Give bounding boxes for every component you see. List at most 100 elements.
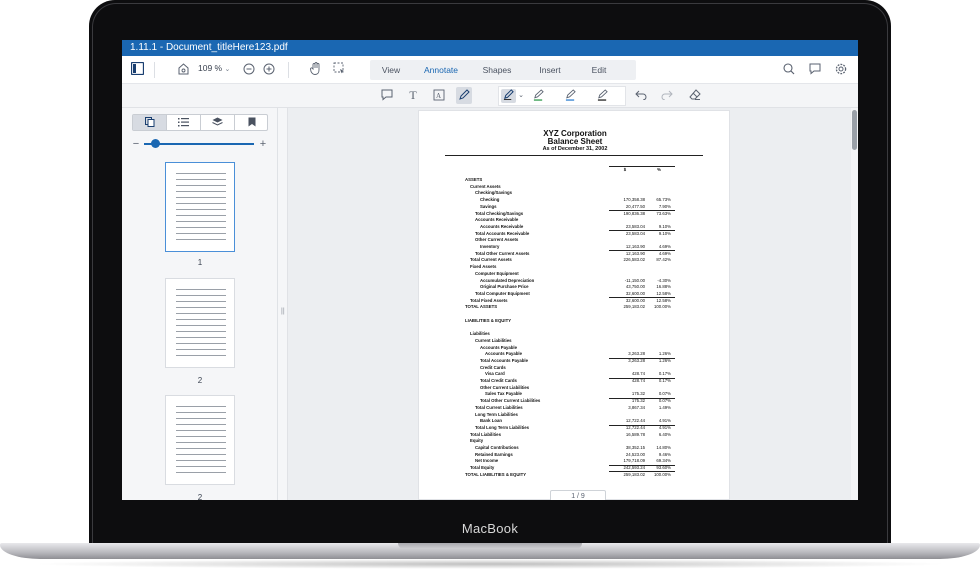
chevron-down-icon[interactable]: ⌄: [517, 89, 525, 103]
row-label: Total Checking/Savings: [475, 210, 524, 216]
row-label: Bank Loan: [480, 418, 502, 424]
bookmark-icon[interactable]: [235, 115, 269, 130]
row-percent: 9.10%: [658, 230, 671, 236]
column-header-percent: %: [657, 167, 661, 172]
row-label: Accumulated Depreciation: [480, 277, 535, 283]
text-tool-icon[interactable]: T: [406, 88, 420, 102]
document-canvas[interactable]: XYZ Corporation Balance Sheet As of Dece…: [288, 108, 858, 500]
table-row: Total Credit Cards 428.74 0.17%: [419, 378, 731, 385]
row-amount: 259,183.02: [623, 471, 645, 477]
row-label: Total Current Assets: [470, 257, 512, 263]
tab-annotate[interactable]: Annotate: [412, 60, 470, 80]
thumbnail-text-line: [176, 233, 226, 234]
page-thumbnail-2[interactable]: [165, 278, 235, 368]
pen-tool-icon[interactable]: [501, 89, 516, 103]
row-percent: 0.17%: [658, 378, 671, 383]
table-row: Credit Cards: [419, 365, 731, 372]
document-date: As of December 31, 2002: [542, 146, 608, 152]
row-percent: 1.26%: [658, 357, 671, 363]
tab-shapes[interactable]: Shapes: [470, 60, 524, 80]
thumbnail-size-slider[interactable]: [144, 143, 254, 145]
vertical-scrollbar[interactable]: [851, 108, 858, 500]
row-label: Retained Earnings: [475, 451, 513, 457]
zoom-in-icon[interactable]: [262, 63, 276, 79]
row-label: Fixed Assets: [470, 264, 497, 270]
row-label: Other Current Assets: [475, 237, 519, 243]
scrollbar-thumb[interactable]: [852, 110, 857, 150]
pen-blue-icon[interactable]: [563, 89, 577, 105]
thumbnail-text-line: [176, 337, 226, 338]
redo-icon[interactable]: [660, 89, 674, 104]
tab-insert[interactable]: Insert: [524, 60, 576, 80]
table-row: Total Current Liabilities 3,867.34 1.49%: [419, 405, 731, 412]
comment-note-icon[interactable]: [380, 89, 394, 105]
table-row: Sales Tax Payable 175.32 0.07%: [419, 391, 731, 398]
thumbnail-text-line: [176, 301, 226, 302]
laptop-notch: [398, 543, 582, 549]
row-percent: 100.00%: [654, 471, 671, 477]
row-amount: 170,358.38: [623, 197, 645, 203]
screen: 1.11.1 - Document_titleHere123.pdf 109 %…: [122, 40, 858, 500]
table-row: Visa Card 428.74 0.17%: [419, 371, 731, 378]
zoom-out-icon[interactable]: [242, 63, 256, 79]
toolbar-separator: [154, 62, 155, 78]
table-row: TOTAL LIABILITIES & EQUITY 259,183.02 100.…: [419, 472, 731, 479]
table-row: Accounts Payable: [419, 345, 731, 352]
document-title: Balance Sheet: [547, 137, 603, 146]
laptop-shadow: [30, 559, 950, 569]
table-row: Accounts Receivable 23,583.04 9.10%: [419, 224, 731, 231]
page-thumbnail-1[interactable]: [165, 162, 235, 252]
table-row: Original Purchase Price 43,750.00 16.88%: [419, 284, 731, 291]
pen-green-icon[interactable]: [531, 89, 545, 105]
table-row: Total Other Current Assets 12,163.90 4.69%: [419, 251, 731, 258]
page-navigator[interactable]: 1 / 9: [550, 490, 606, 500]
row-label: Checking/Savings: [475, 190, 513, 196]
thumbnail-text-line: [176, 221, 226, 222]
eraser-icon[interactable]: [688, 89, 702, 105]
home-settings-icon[interactable]: [176, 63, 190, 79]
thumbnail-text-line: [176, 430, 226, 431]
row-label: Equity: [470, 438, 484, 444]
row-amount: 3,867.34: [628, 404, 645, 410]
thumbnail-text-line: [176, 460, 226, 461]
thumbnail-text-line: [176, 418, 226, 419]
marquee-select-icon[interactable]: [332, 62, 346, 78]
search-icon[interactable]: [782, 63, 796, 79]
row-label: Accounts Receivable: [480, 223, 524, 229]
row-label: Total Long Term Liabilities: [475, 424, 530, 430]
gear-icon[interactable]: [834, 63, 848, 79]
thumbnail-text-line: [176, 442, 226, 443]
thumb-size-plus-icon[interactable]: +: [258, 137, 268, 151]
thumbnail-size-slider-knob[interactable]: [150, 139, 160, 148]
layers-icon[interactable]: [201, 115, 235, 130]
signature-pen-icon[interactable]: [456, 87, 472, 104]
sidebar-splitter[interactable]: ||: [278, 108, 288, 500]
thumbnails-view-icon[interactable]: [133, 115, 167, 130]
tab-view[interactable]: View: [370, 60, 412, 80]
outline-list-icon[interactable]: [167, 115, 201, 130]
undo-icon[interactable]: [634, 89, 648, 104]
document-page[interactable]: XYZ Corporation Balance Sheet As of Dece…: [418, 110, 730, 500]
page-thumbnail-label: 1: [197, 258, 203, 267]
row-label: Accounts Receivable: [475, 217, 519, 223]
pen-black-icon[interactable]: [595, 89, 609, 105]
thumb-size-minus-icon[interactable]: −: [132, 137, 140, 151]
row-label: LIABILITIES & EQUITY: [465, 317, 512, 323]
pan-hand-icon[interactable]: [308, 62, 322, 79]
sidebar-toggle-icon[interactable]: [130, 61, 144, 76]
zoom-level[interactable]: 109 % ⌄: [198, 63, 230, 73]
thumbnail-text-line: [176, 227, 226, 228]
comment-panel-icon[interactable]: [808, 63, 822, 79]
thumbnail-text-line: [176, 343, 226, 344]
row-label: Liabilities: [470, 331, 490, 337]
thumbnail-text-line: [176, 436, 226, 437]
row-percent: -4.30%: [657, 277, 671, 283]
zoom-value: 109 %: [198, 63, 223, 73]
free-text-box-icon[interactable]: A: [432, 89, 446, 105]
row-label: Total Equity: [470, 465, 495, 471]
tab-edit[interactable]: Edit: [576, 60, 622, 80]
pen-color-group: ⌄: [498, 86, 626, 106]
row-amount: 226,583.02: [623, 257, 645, 263]
thumbnail-text-line: [176, 412, 226, 413]
page-thumbnail-3[interactable]: [165, 395, 235, 485]
